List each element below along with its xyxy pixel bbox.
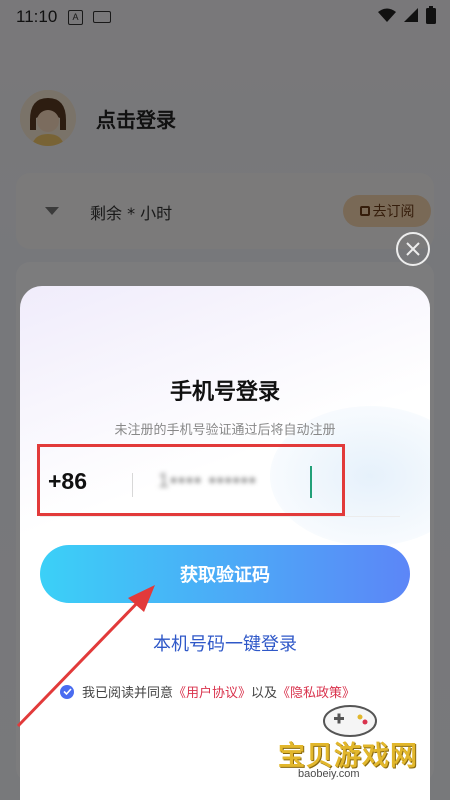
agreement-prefix: 我已阅读并同意	[82, 686, 174, 701]
user-agreement-link[interactable]: 《用户协议》	[173, 682, 251, 701]
phone-input-row[interactable]: +86 1•••• ••••••	[37, 444, 400, 517]
get-code-button[interactable]: 获取验证码	[40, 545, 410, 603]
privacy-policy-link[interactable]: 《隐私政策》	[277, 682, 355, 701]
check-icon	[62, 688, 72, 696]
watermark-logo: 宝贝游戏网 baobeiy.com	[278, 704, 428, 794]
modal-title: 手机号登录	[169, 380, 280, 405]
agree-checkbox[interactable]	[60, 684, 74, 699]
close-button[interactable]	[396, 232, 430, 266]
agreement-row: 我已阅读并同意 《用户协议》 以及 《隐私政策》	[60, 682, 355, 701]
agreement-and: 以及	[251, 686, 278, 701]
one-key-login-link[interactable]: 本机号码一键登录	[20, 630, 430, 656]
highlight-box	[37, 444, 345, 516]
close-icon	[406, 242, 420, 256]
gamepad-icon	[323, 705, 377, 737]
modal-subtitle: 未注册的手机号验证通过后将自动注册	[114, 423, 336, 438]
watermark-url: baobeiy.com	[298, 768, 360, 780]
